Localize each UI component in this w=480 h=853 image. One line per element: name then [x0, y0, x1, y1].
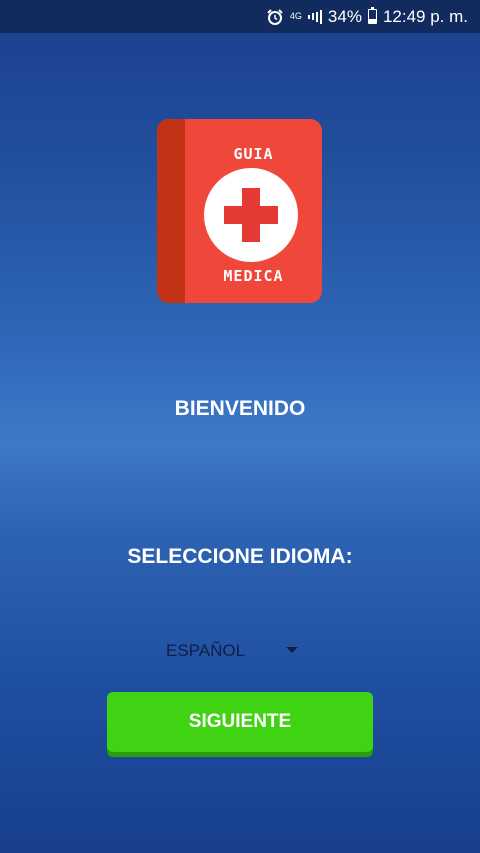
battery-icon	[367, 7, 377, 24]
logo-spine	[157, 119, 185, 303]
app-logo: GUIA MEDICA	[157, 119, 322, 303]
clock: 12:49 p. m.	[382, 6, 468, 26]
language-selected-value: ESPAÑOL	[166, 641, 246, 660]
medical-cross-icon	[204, 168, 298, 262]
signal-icon	[307, 9, 322, 24]
battery-fill	[368, 18, 376, 23]
battery-percent: 34%	[327, 6, 362, 26]
alarm-clock-icon	[266, 8, 284, 26]
network-type: 4G	[289, 11, 302, 21]
language-dropdown[interactable]: ESPAÑOL	[158, 636, 308, 666]
welcome-heading: BIENVENIDO	[174, 397, 306, 420]
next-button[interactable]: SIGUIENTE	[107, 692, 373, 752]
logo-bottom-text: MEDICA	[223, 267, 284, 285]
logo-top-text: GUIA	[233, 145, 274, 163]
cross-horizontal	[224, 206, 278, 224]
dropdown-arrow-icon	[286, 647, 298, 653]
status-bar: 4G 34% 12:49 p. m.	[0, 0, 480, 33]
language-label: SELECCIONE IDIOMA:	[127, 545, 353, 568]
